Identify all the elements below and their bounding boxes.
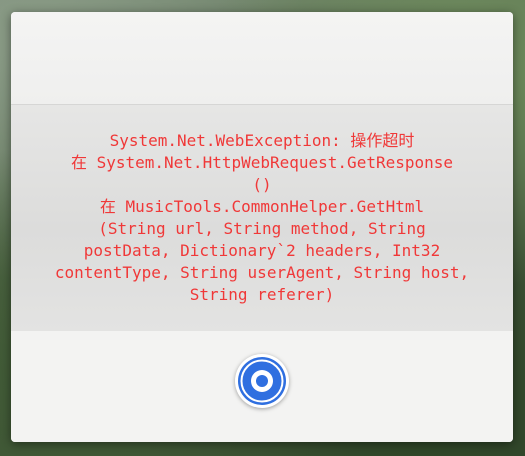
dialog-header-area bbox=[11, 12, 513, 104]
message-panel: System.Net.WebException: 操作超时 在 System.N… bbox=[11, 104, 513, 332]
error-message: System.Net.WebException: 操作超时 在 System.N… bbox=[54, 131, 470, 304]
circle-button-icon bbox=[238, 357, 286, 405]
error-dialog: System.Net.WebException: 操作超时 在 System.N… bbox=[11, 12, 513, 442]
confirm-button[interactable] bbox=[235, 354, 289, 408]
